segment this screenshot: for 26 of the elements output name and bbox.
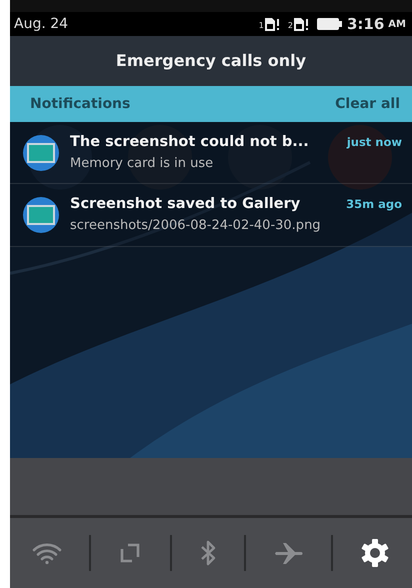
- mobile-data-icon[interactable]: [118, 541, 142, 565]
- date-text: Aug. 24: [14, 14, 68, 34]
- sim-alert-icon: [264, 16, 280, 32]
- notification-text: Memory card is in use: [70, 154, 214, 173]
- screenshot-icon: [22, 134, 60, 172]
- notifications-title: Notifications: [30, 94, 130, 114]
- clear-all-button[interactable]: Clear all: [335, 94, 400, 114]
- clock-time: 3:16: [346, 14, 384, 35]
- sim-slot-label: 1: [258, 20, 264, 32]
- sim-slot-label: 2: [288, 20, 293, 32]
- notification[interactable]: Screenshot saved to Gallery 35m ago screenshots/2006-08-24-02-40-30.png: [10, 184, 412, 246]
- network-status: Emergency calls only: [116, 50, 306, 72]
- sim-alert-icon: [292, 16, 309, 32]
- airplane-icon[interactable]: [274, 541, 304, 565]
- notification-text: screenshots/2006-08-24-02-40-30.png: [70, 217, 322, 235]
- notification-time: 35m ago: [346, 196, 402, 214]
- screenshot-icon: [22, 196, 60, 234]
- notification-title: Screenshot saved to Gallery: [70, 195, 300, 214]
- battery-icon: [316, 18, 343, 30]
- notification[interactable]: The screenshot could not b... just now Memory card is in use: [10, 122, 412, 184]
- bluetooth-icon[interactable]: [198, 539, 217, 567]
- clock-meridiem: AM: [388, 18, 406, 32]
- notification-time: just now: [346, 134, 402, 151]
- notification-title: The screenshot could not b...: [70, 133, 309, 152]
- settings-icon[interactable]: [360, 538, 390, 568]
- wifi-icon[interactable]: [32, 541, 62, 565]
